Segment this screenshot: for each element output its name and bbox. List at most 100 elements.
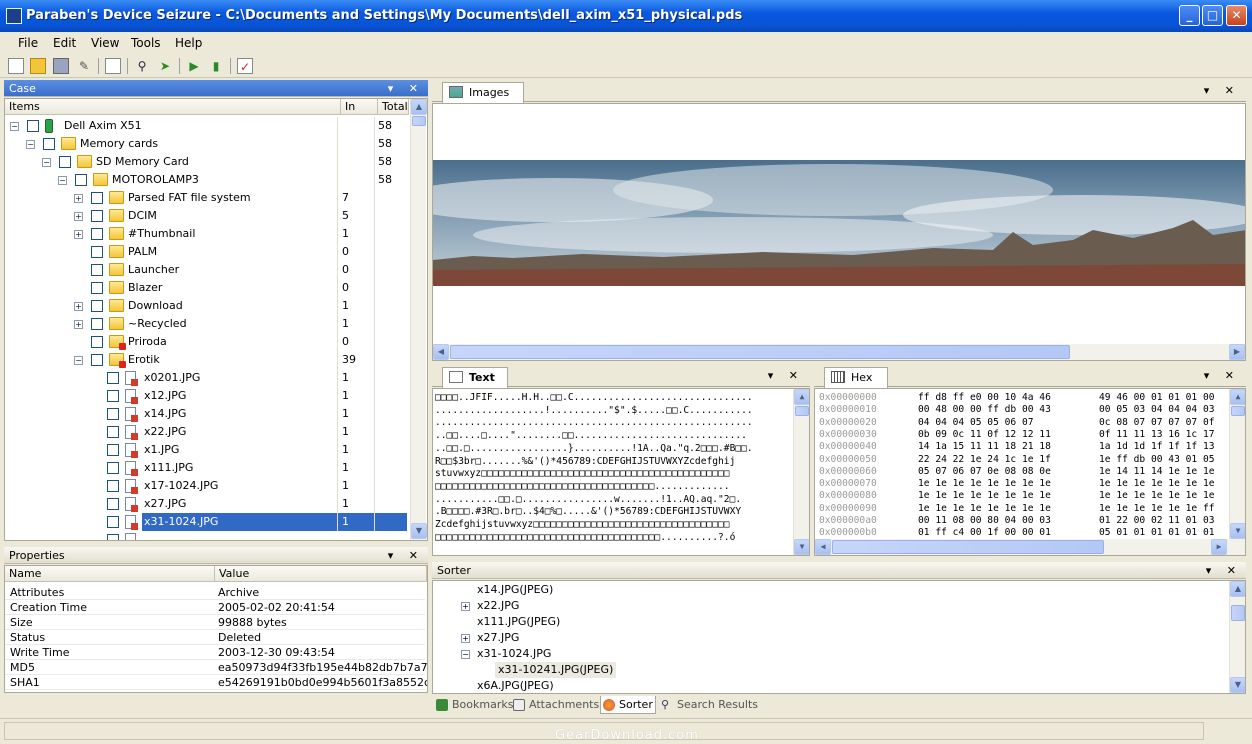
scroll-down-icon[interactable]: ▼: [794, 539, 809, 555]
expand-toggle-icon[interactable]: −: [26, 140, 35, 149]
case-panel-pin-close[interactable]: ▾ ✕: [388, 80, 424, 97]
text-vscroll[interactable]: ▲ ▼: [793, 389, 809, 555]
item-checkbox[interactable]: [59, 156, 71, 168]
sorter-item[interactable]: x14.JPG(JPEG): [477, 582, 553, 598]
property-row[interactable]: SHA1 e54269191b0bd0e994b5601f3a8552cb: [5, 675, 427, 690]
sorter-item[interactable]: x6A.JPG(JPEG): [477, 678, 554, 693]
expand-toggle-icon[interactable]: +: [74, 230, 83, 239]
scroll-up-icon[interactable]: ▲: [1230, 389, 1245, 405]
expand-toggle-icon[interactable]: −: [461, 650, 470, 659]
scroll-down-icon[interactable]: ▼: [1230, 523, 1245, 539]
scroll-up-icon[interactable]: ▲: [794, 389, 809, 405]
expand-toggle-icon[interactable]: −: [58, 176, 67, 185]
save-icon[interactable]: [53, 58, 69, 74]
tree-row[interactable]: − SD Memory Card 58: [5, 153, 407, 171]
hex-hscroll-thumb[interactable]: [832, 540, 1104, 554]
item-checkbox[interactable]: [91, 264, 103, 276]
menu-edit[interactable]: Edit: [53, 36, 76, 50]
property-row[interactable]: Write Time 2003-12-30 09:43:54: [5, 645, 425, 660]
tree-row[interactable]: Blazer 0: [5, 279, 407, 297]
item-checkbox[interactable]: [91, 354, 103, 366]
copy-icon[interactable]: [105, 58, 121, 74]
item-checkbox[interactable]: [107, 498, 119, 510]
minimize-button[interactable]: _: [1179, 5, 1200, 26]
expand-toggle-icon[interactable]: +: [74, 320, 83, 329]
report-icon[interactable]: ✓: [237, 58, 253, 74]
maximize-button[interactable]: □: [1202, 5, 1223, 26]
property-row[interactable]: MD5 ea50973d94f33fb195e44b82db7b7a7f: [5, 660, 427, 675]
scroll-thumb[interactable]: [412, 116, 426, 126]
tab-bookmarks[interactable]: Bookmarks: [434, 696, 513, 714]
tree-row[interactable]: − MOTOROLAMP3 58: [5, 171, 407, 189]
sorter-item[interactable]: x31-10241.JPG(JPEG): [495, 662, 617, 678]
tree-row[interactable]: x27.JPG 1: [5, 495, 407, 513]
expand-toggle-icon[interactable]: −: [42, 158, 51, 167]
sorter-pin-close[interactable]: ▾ ✕: [1206, 562, 1242, 579]
col-in[interactable]: In: [341, 99, 378, 115]
case-vscroll[interactable]: ▲ ▼: [410, 99, 427, 540]
col-total[interactable]: Total: [378, 99, 409, 115]
device-icon[interactable]: ▮: [208, 58, 224, 74]
scroll-left-icon[interactable]: ◀: [815, 539, 831, 555]
tree-row[interactable]: x12.JPG 1: [5, 387, 407, 405]
item-checkbox[interactable]: [91, 192, 103, 204]
tab-search-results[interactable]: ⚲ Search Results: [659, 696, 758, 714]
hex-close[interactable]: ▾ ✕: [1204, 369, 1240, 382]
item-checkbox[interactable]: [91, 318, 103, 330]
menu-file[interactable]: File: [18, 36, 38, 50]
item-checkbox[interactable]: [91, 282, 103, 294]
tab-attachments[interactable]: Attachments: [511, 696, 599, 714]
tree-row[interactable]: + Download 1: [5, 297, 407, 315]
col-name[interactable]: Name: [5, 566, 215, 582]
text-close[interactable]: ▾ ✕: [768, 369, 804, 382]
tree-row[interactable]: − Erotik 39: [5, 351, 407, 369]
item-checkbox[interactable]: [43, 138, 55, 150]
tree-row[interactable]: x22.JPG 1: [5, 423, 407, 441]
scroll-thumb[interactable]: [1231, 605, 1245, 621]
tree-row[interactable]: + DCIM 5: [5, 207, 407, 225]
item-checkbox[interactable]: [107, 534, 119, 540]
property-row[interactable]: Attributes Archive: [5, 585, 425, 600]
tab-images[interactable]: Images: [442, 82, 524, 103]
item-checkbox[interactable]: [91, 336, 103, 348]
tree-row[interactable]: + Parsed FAT file system 7: [5, 189, 407, 207]
image-hscroll[interactable]: ◀ ▶: [433, 344, 1245, 360]
tree-row[interactable]: x31-1024.JPG 1: [5, 513, 407, 531]
tree-row[interactable]: x14.JPG 1: [5, 405, 407, 423]
scroll-up-icon[interactable]: ▲: [411, 99, 427, 115]
item-checkbox[interactable]: [107, 408, 119, 420]
tab-sorter[interactable]: Sorter: [600, 696, 656, 714]
properties-pin-close[interactable]: ▾ ✕: [388, 547, 424, 564]
tab-hex[interactable]: Hex: [824, 367, 888, 388]
scroll-thumb[interactable]: [1231, 406, 1245, 416]
item-checkbox[interactable]: [107, 390, 119, 402]
tree-row[interactable]: Priroda 0: [5, 333, 407, 351]
tree-row[interactable]: x0201.JPG 1: [5, 369, 407, 387]
item-checkbox[interactable]: [107, 444, 119, 456]
sorter-item[interactable]: x27.JPG: [477, 630, 519, 646]
item-checkbox[interactable]: [91, 210, 103, 222]
sorter-vscroll[interactable]: ▲ ▼: [1229, 581, 1245, 693]
scroll-right-icon[interactable]: ▶: [1229, 344, 1245, 360]
menu-tools[interactable]: Tools: [131, 36, 161, 50]
tree-row[interactable]: x1.JPG 1: [5, 441, 407, 459]
expand-toggle-icon[interactable]: −: [74, 356, 83, 365]
expand-toggle-icon[interactable]: +: [461, 634, 470, 643]
property-row[interactable]: Creation Time 2005-02-02 20:41:54: [5, 600, 425, 615]
property-row[interactable]: Status Deleted: [5, 630, 425, 645]
tree-row[interactable]: Launcher 0: [5, 261, 407, 279]
tree-row[interactable]: − Memory cards 58: [5, 135, 407, 153]
scroll-right-icon[interactable]: ▶: [1211, 539, 1227, 555]
tree-row[interactable]: + ~Recycled 1: [5, 315, 407, 333]
col-items[interactable]: Items: [5, 99, 341, 115]
item-checkbox[interactable]: [107, 462, 119, 474]
scroll-left-icon[interactable]: ◀: [433, 344, 449, 360]
scroll-down-icon[interactable]: ▼: [411, 523, 427, 539]
tree-row[interactable]: x111.JPG 1: [5, 459, 407, 477]
expand-toggle-icon[interactable]: +: [74, 302, 83, 311]
expand-toggle-icon[interactable]: −: [10, 122, 19, 131]
item-checkbox[interactable]: [107, 372, 119, 384]
item-checkbox[interactable]: [91, 228, 103, 240]
tab-text[interactable]: Text: [442, 367, 508, 388]
open-icon[interactable]: [30, 58, 46, 74]
